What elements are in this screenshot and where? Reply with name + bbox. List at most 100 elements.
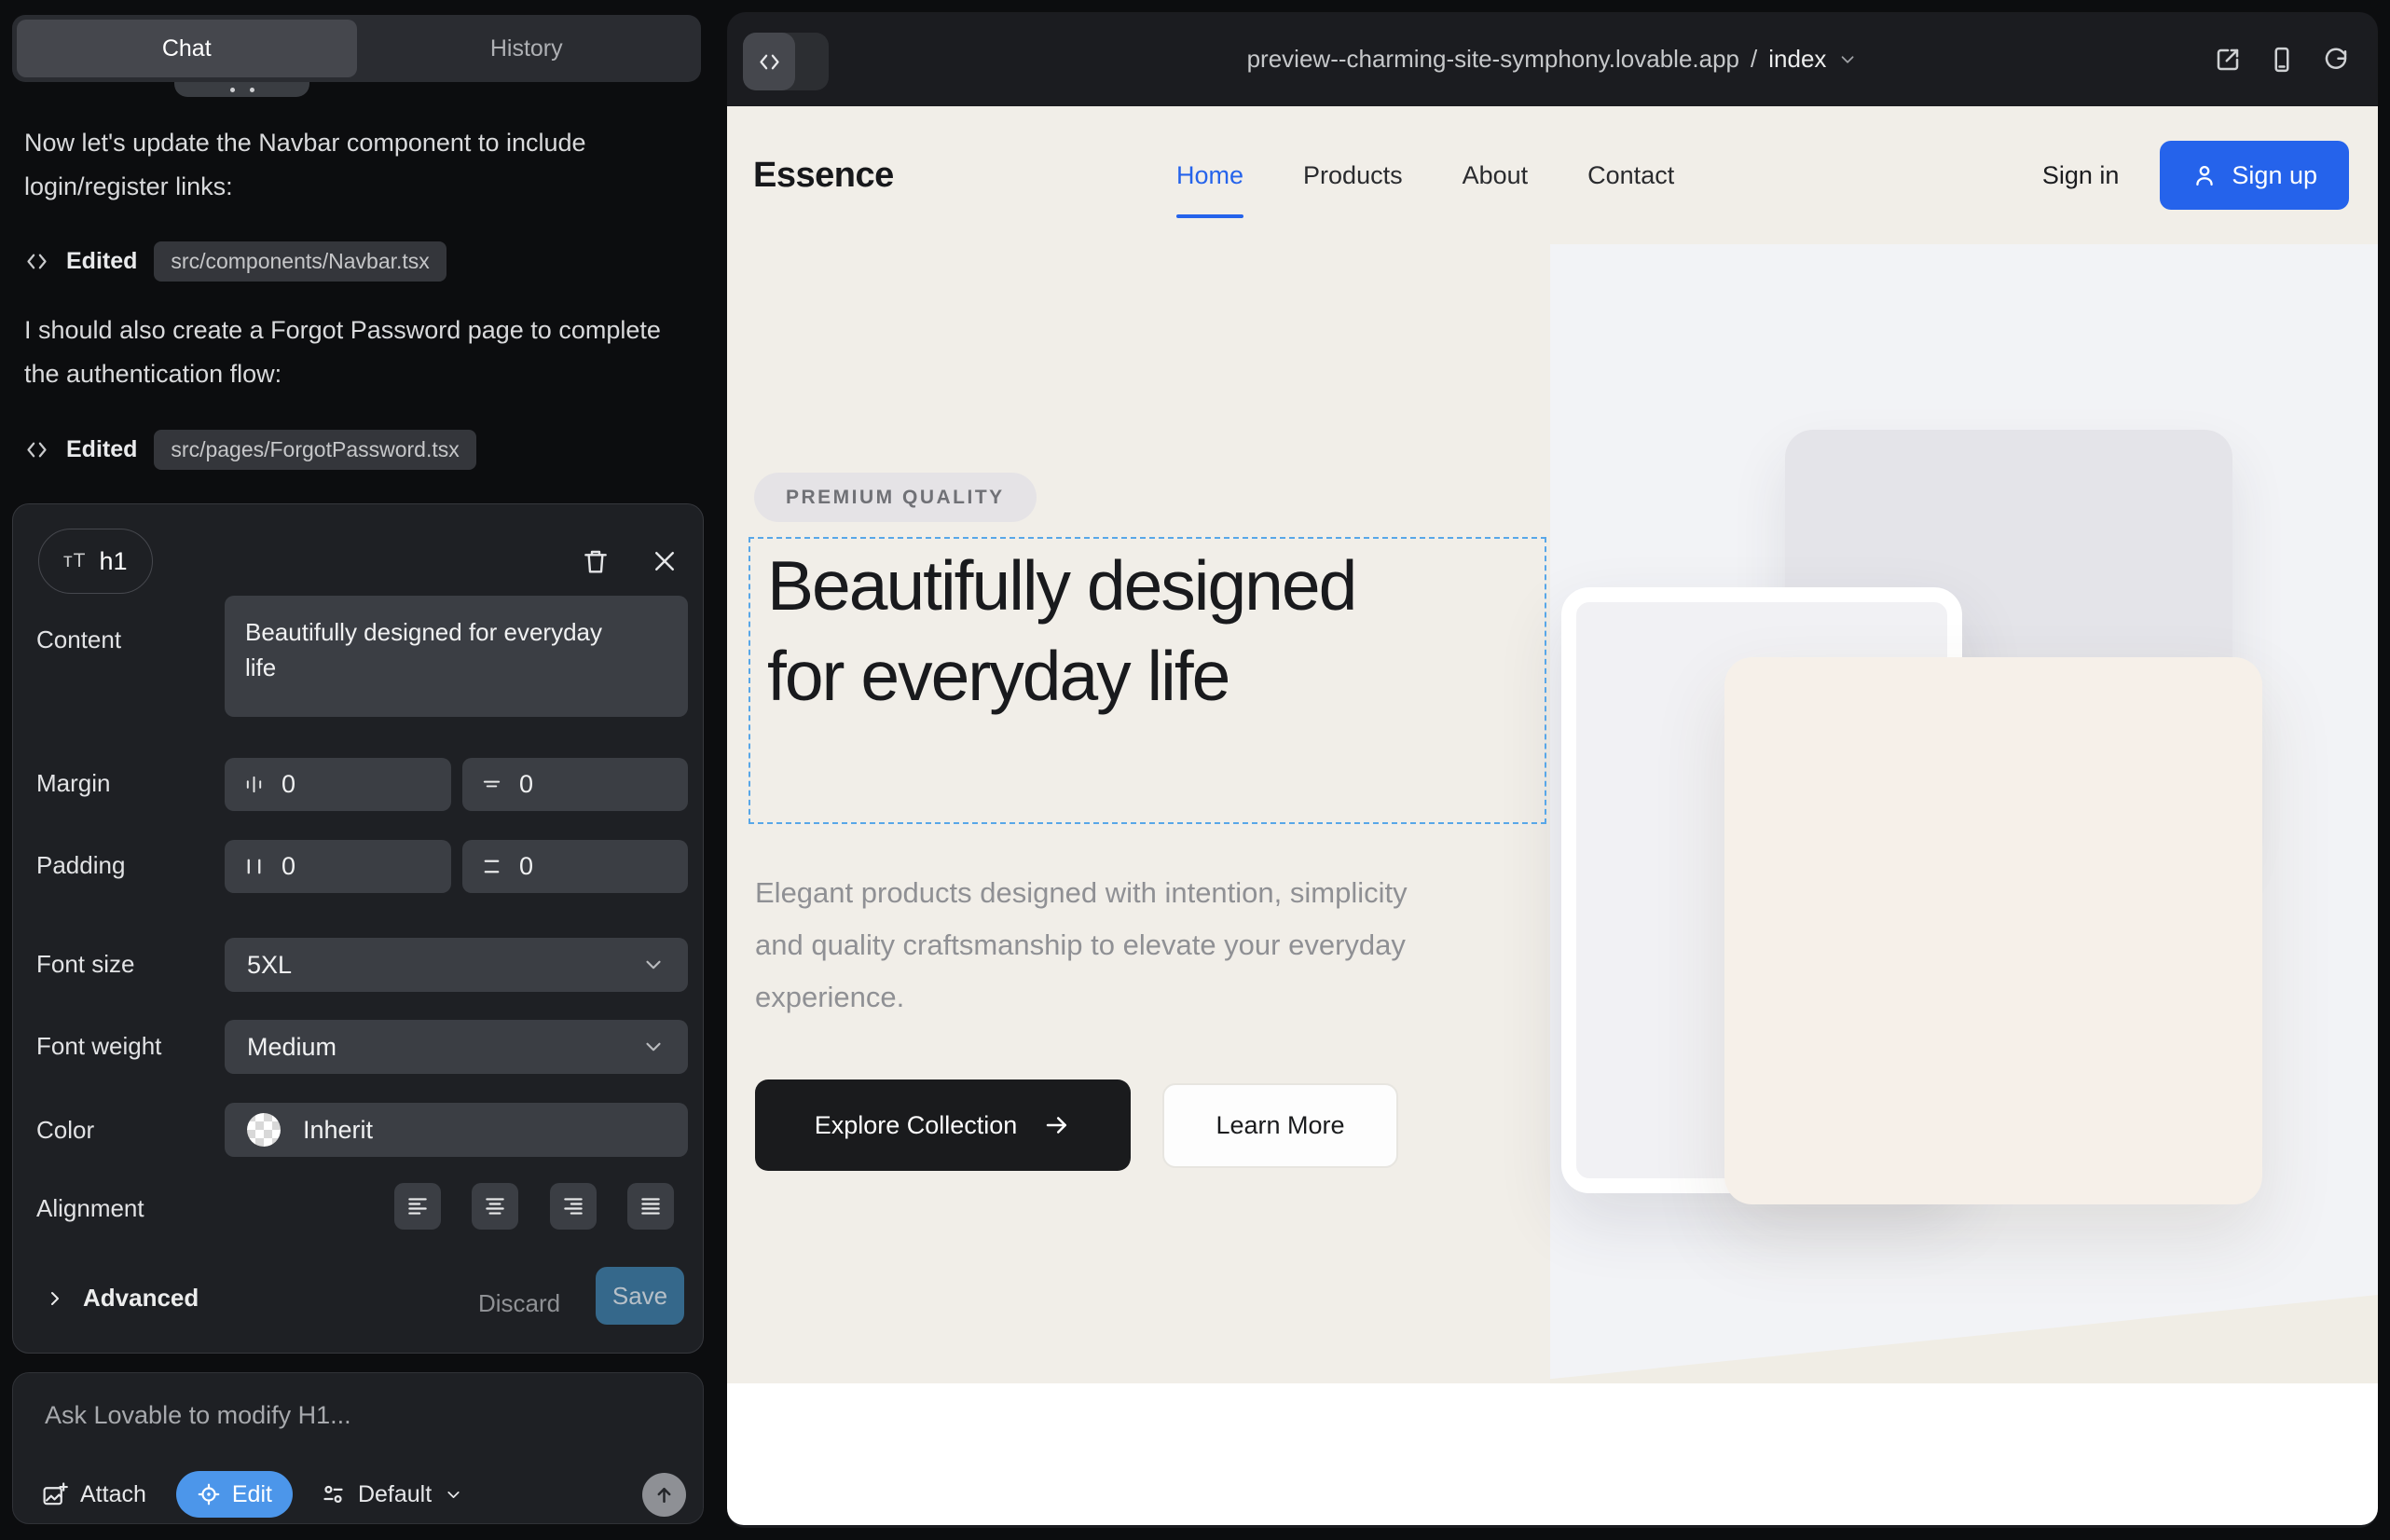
- edited-label: Edited: [66, 436, 137, 463]
- margin-y-value: 0: [519, 770, 533, 799]
- chevron-right-icon: [44, 1287, 66, 1310]
- sliders-icon: [321, 1482, 346, 1507]
- sidebar-tabbar: Chat History: [12, 15, 701, 82]
- padding-horizontal-icon: [243, 856, 265, 877]
- learn-more-button[interactable]: Learn More: [1162, 1083, 1398, 1168]
- margin-vertical-icon: [481, 774, 502, 795]
- user-icon: [2191, 162, 2218, 188]
- arrow-right-icon: [1043, 1111, 1071, 1139]
- tab-history[interactable]: History: [357, 20, 697, 77]
- alignment-label: Alignment: [36, 1194, 144, 1223]
- element-editor-panel: тT h1 Content Beautifully designed for e…: [12, 503, 704, 1354]
- hero-description: Elegant products designed with intention…: [755, 867, 1435, 1024]
- attach-image-icon: [41, 1481, 68, 1508]
- align-left-button[interactable]: [394, 1183, 441, 1230]
- explore-collection-button[interactable]: Explore Collection: [755, 1079, 1131, 1171]
- font-size-value: 5XL: [247, 951, 292, 980]
- refresh-icon[interactable]: [2322, 46, 2350, 74]
- sign-up-button[interactable]: Sign up: [2160, 141, 2349, 210]
- padding-x-value: 0: [282, 852, 295, 881]
- content-label: Content: [36, 626, 121, 654]
- color-field[interactable]: Inherit: [225, 1103, 688, 1157]
- preview-page: Essence Home Products About Contact Sign…: [727, 106, 2378, 1525]
- delete-element-button[interactable]: [574, 540, 617, 583]
- selected-element-chip[interactable]: тT h1: [38, 529, 153, 594]
- code-icon: [24, 249, 49, 274]
- nav-link-about[interactable]: About: [1463, 161, 1529, 190]
- tab-chat[interactable]: Chat: [17, 20, 357, 77]
- align-justify-button[interactable]: [627, 1183, 674, 1230]
- app-root: Chat History Now let's update the Navbar…: [0, 0, 2390, 1540]
- chevron-down-icon: [1837, 49, 1858, 70]
- send-button[interactable]: [642, 1473, 686, 1517]
- mobile-view-icon[interactable]: [2268, 46, 2296, 74]
- open-external-icon[interactable]: [2214, 46, 2242, 74]
- preview-url-bar[interactable]: preview--charming-site-symphony.lovable.…: [1247, 12, 1859, 106]
- close-icon[interactable]: [643, 540, 686, 583]
- font-size-select[interactable]: 5XL: [225, 938, 688, 992]
- attach-label: Attach: [80, 1481, 146, 1508]
- url-page: index: [1768, 45, 1826, 74]
- edit-mode-button[interactable]: Edit: [176, 1471, 293, 1518]
- attach-button[interactable]: Attach: [41, 1481, 146, 1508]
- advanced-toggle[interactable]: Advanced: [44, 1284, 199, 1313]
- sign-in-link[interactable]: Sign in: [2042, 161, 2120, 190]
- margin-x-input[interactable]: 0: [225, 758, 451, 811]
- sign-up-label: Sign up: [2232, 161, 2317, 190]
- assistant-message: I should also create a Forgot Password p…: [24, 309, 669, 396]
- hero-section: Essence Home Products About Contact Sign…: [727, 106, 2378, 1383]
- save-button[interactable]: Save: [596, 1267, 684, 1325]
- align-right-button[interactable]: [550, 1183, 597, 1230]
- url-separator: /: [1751, 45, 1757, 74]
- code-icon: [743, 33, 795, 90]
- edited-file-row: Edited src/pages/ForgotPassword.tsx: [24, 427, 476, 472]
- advanced-label: Advanced: [83, 1284, 199, 1313]
- edit-label: Edit: [232, 1481, 272, 1508]
- margin-x-value: 0: [282, 770, 295, 799]
- padding-vertical-icon: [481, 856, 502, 877]
- nav-link-contact[interactable]: Contact: [1587, 161, 1674, 190]
- scrolled-message-pill[interactable]: [174, 82, 309, 97]
- chevron-down-icon: [641, 953, 666, 977]
- nav-link-products[interactable]: Products: [1303, 161, 1403, 190]
- hero-heading[interactable]: Beautifully designed for everyday life: [767, 541, 1364, 722]
- padding-y-value: 0: [519, 852, 533, 881]
- margin-horizontal-icon: [243, 774, 265, 795]
- chat-sidebar: Chat History Now let's update the Navbar…: [0, 0, 727, 1540]
- edited-file-row: Edited src/components/Navbar.tsx: [24, 239, 446, 283]
- site-logo[interactable]: Essence: [753, 106, 894, 244]
- padding-label: Padding: [36, 851, 125, 880]
- chat-composer: Attach Edit Default: [12, 1372, 704, 1524]
- chevron-down-icon: [444, 1485, 463, 1505]
- color-label: Color: [36, 1116, 94, 1145]
- font-weight-select[interactable]: Medium: [225, 1020, 688, 1074]
- composer-input[interactable]: [45, 1401, 623, 1430]
- code-icon: [24, 437, 49, 462]
- edited-file-badge[interactable]: src/pages/ForgotPassword.tsx: [154, 430, 475, 470]
- margin-y-input[interactable]: 0: [462, 758, 688, 811]
- edited-file-badge[interactable]: src/components/Navbar.tsx: [154, 241, 446, 282]
- default-label: Default: [358, 1481, 432, 1508]
- padding-x-input[interactable]: 0: [225, 840, 451, 893]
- padding-y-input[interactable]: 0: [462, 840, 688, 893]
- code-view-toggle[interactable]: [743, 33, 829, 90]
- content-textarea[interactable]: Beautifully designed for everyday life: [225, 596, 688, 717]
- frame-actions: [2214, 12, 2350, 106]
- hero-badge: PREMIUM QUALITY: [754, 473, 1037, 522]
- nav-auth: Sign in Sign up: [2042, 106, 2349, 244]
- site-navbar: Essence Home Products About Contact Sign…: [727, 106, 2378, 244]
- assistant-message: Now let's update the Navbar component to…: [24, 121, 669, 209]
- margin-label: Margin: [36, 769, 110, 798]
- color-swatch-icon: [247, 1113, 281, 1147]
- font-weight-label: Font weight: [36, 1032, 161, 1061]
- font-weight-value: Medium: [247, 1033, 337, 1062]
- h1-selection-overlay[interactable]: Beautifully designed for everyday life: [749, 537, 1546, 824]
- target-icon: [197, 1482, 221, 1506]
- align-center-button[interactable]: [472, 1183, 518, 1230]
- preview-browser-frame: preview--charming-site-symphony.lovable.…: [727, 12, 2378, 1528]
- model-selector[interactable]: Default: [321, 1481, 463, 1508]
- edited-label: Edited: [66, 248, 137, 275]
- discard-button[interactable]: Discard: [478, 1289, 560, 1318]
- nav-link-home[interactable]: Home: [1176, 161, 1243, 190]
- typography-icon: тT: [63, 550, 86, 572]
